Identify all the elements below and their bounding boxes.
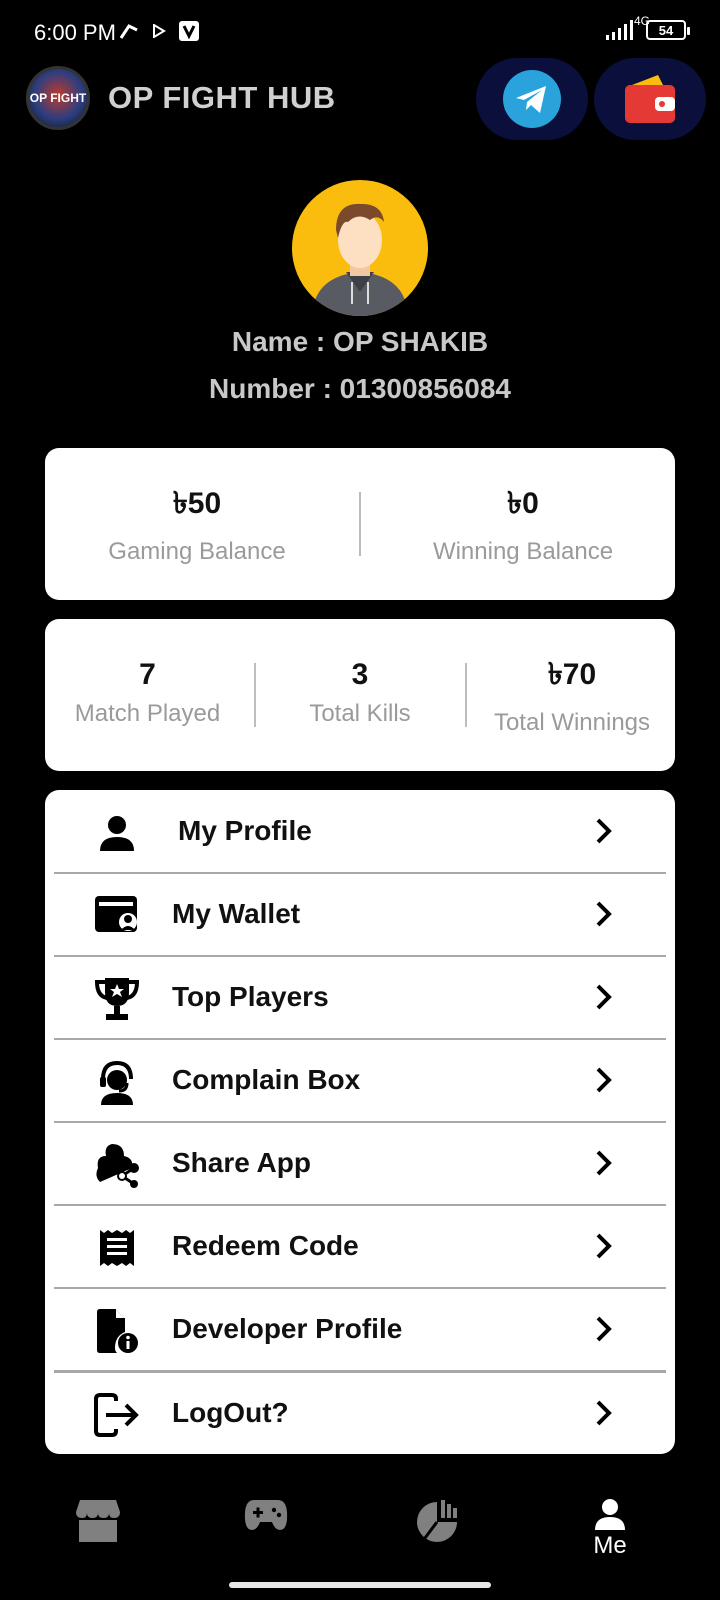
status-time: 6:00 PM: [34, 20, 116, 45]
user-avatar-image: [312, 203, 408, 316]
chart-pie-icon: [417, 1500, 457, 1542]
status-notification-icons: [118, 20, 200, 42]
bottom-nav: Me: [0, 1480, 720, 1580]
trophy-icon: [94, 976, 140, 1022]
chevron-right-icon: [596, 1316, 612, 1342]
app-logo: OP FIGHT: [26, 66, 90, 130]
nav-results[interactable]: [398, 1498, 478, 1568]
divider: [465, 663, 467, 727]
nav-me-label: Me: [593, 1532, 627, 1559]
balance-card: ৳50 Gaming Balance ৳0 Winning Balance: [45, 448, 675, 600]
share-icon: [94, 1142, 140, 1188]
total-kills-value: 3: [351, 658, 369, 691]
nav-store[interactable]: [58, 1498, 138, 1568]
menu-label: Developer Profile: [172, 1313, 403, 1344]
menu-item-logout[interactable]: LogOut?: [54, 1372, 666, 1454]
cell-signal-icon: [606, 20, 633, 40]
home-indicator[interactable]: [229, 1582, 491, 1588]
file-info-icon: [94, 1308, 140, 1354]
nav-me[interactable]: Me: [570, 1498, 650, 1568]
nav-games[interactable]: [226, 1498, 306, 1568]
person-icon: [94, 810, 140, 856]
winning-balance-label: Winning Balance: [432, 537, 614, 565]
menu-item-developer-profile[interactable]: Developer Profile: [54, 1288, 666, 1370]
receipt-icon: [94, 1225, 140, 1271]
avatar: [292, 180, 428, 316]
telegram-button[interactable]: [476, 58, 588, 140]
menu-label: Redeem Code: [172, 1230, 359, 1261]
menu-card: My Profile My Wallet Top Players Complai…: [45, 790, 675, 1454]
total-winnings-label: Total Winnings: [493, 708, 651, 736]
winning-balance: ৳0 Winning Balance: [371, 448, 675, 600]
menu-label: Complain Box: [172, 1064, 361, 1095]
menu-label: Share App: [172, 1147, 311, 1178]
status-system-icons: 4G 54: [602, 14, 690, 42]
menu-label: Top Players: [172, 981, 329, 1012]
menu-item-complain-box[interactable]: Complain Box: [54, 1039, 666, 1121]
wallet-button[interactable]: [594, 58, 706, 140]
telegram-icon: [503, 70, 561, 128]
match-played-stat: 7 Match Played: [45, 619, 250, 771]
gaming-balance-value: ৳50: [172, 486, 222, 520]
menu-item-my-wallet[interactable]: My Wallet: [54, 873, 666, 955]
v-app-icon: [179, 21, 199, 41]
person-icon: [595, 1499, 625, 1530]
menu-label: LogOut?: [172, 1397, 289, 1428]
battery-icon: 54: [646, 20, 690, 40]
chevron-right-icon: [596, 1150, 612, 1176]
profile-name: Name : OP SHAKIB: [231, 326, 489, 357]
gamepad-icon: [244, 1500, 288, 1530]
divider: [254, 663, 256, 727]
menu-item-my-profile[interactable]: My Profile: [54, 790, 666, 872]
support-agent-icon: [94, 1059, 140, 1105]
match-played-label: Match Played: [74, 700, 221, 727]
match-played-value: 7: [139, 658, 156, 691]
menu-label: My Wallet: [172, 898, 301, 929]
menu-label: My Profile: [178, 815, 312, 846]
divider: [359, 492, 361, 556]
chevron-right-icon: [596, 1067, 612, 1093]
app-logo-text: OP FIGHT: [29, 91, 87, 105]
winning-balance-value: ৳0: [507, 486, 539, 520]
chevron-right-icon: [596, 1400, 612, 1426]
menu-item-top-players[interactable]: Top Players: [54, 956, 666, 1038]
chevron-right-icon: [596, 818, 612, 844]
stats-card: 7 Match Played 3 Total Kills ৳70 Total W…: [45, 619, 675, 771]
logout-icon: [94, 1392, 140, 1438]
signal-carrier-icon: [119, 24, 138, 39]
profile-number: Number : 01300856084: [209, 373, 511, 404]
gaming-balance-label: Gaming Balance: [108, 537, 286, 565]
play-icon: [153, 24, 166, 38]
total-kills-stat: 3 Total Kills: [258, 619, 462, 771]
chevron-right-icon: [596, 901, 612, 927]
gaming-balance: ৳50 Gaming Balance: [45, 448, 349, 600]
chevron-right-icon: [596, 984, 612, 1010]
wallet-user-icon: [94, 893, 140, 939]
status-bar: 6:00 PM 4G 54: [0, 0, 720, 64]
chevron-right-icon: [596, 1233, 612, 1259]
battery-level: 54: [658, 22, 674, 38]
menu-item-redeem-code[interactable]: Redeem Code: [54, 1205, 666, 1287]
total-kills-label: Total Kills: [309, 700, 411, 727]
total-winnings-value: ৳70: [547, 657, 597, 691]
wallet-icon: [625, 75, 675, 123]
app-title: OP FIGHT HUB: [108, 80, 336, 115]
menu-item-share-app[interactable]: Share App: [54, 1122, 666, 1204]
store-icon: [76, 1500, 120, 1542]
total-winnings-stat: ৳70 Total Winnings: [469, 619, 675, 771]
